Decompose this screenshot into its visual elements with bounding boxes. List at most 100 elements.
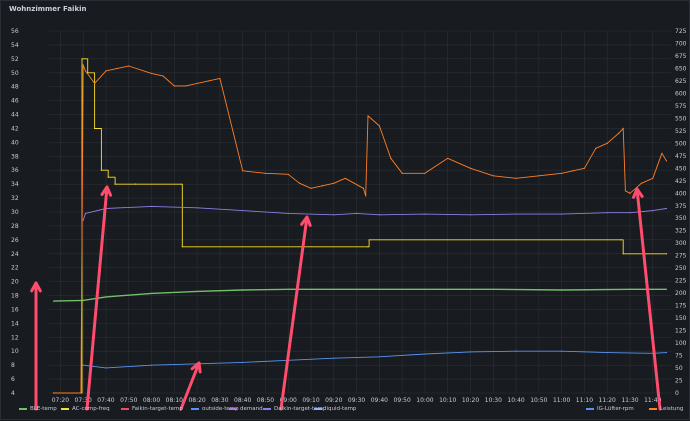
x-tick: 09:20 [325,397,342,404]
legend-item[interactable]: IG-Lüfter-rpm [586,406,634,412]
legend-item[interactable]: demand [229,406,263,412]
data-point [93,82,96,85]
data-point [82,299,84,302]
data-point [128,65,130,67]
data-point [150,205,153,208]
y-tick-right: 575 [675,103,687,110]
y-tick-left: 10 [11,348,19,355]
y-tick-left: 54 [11,42,19,49]
y-tick-right: 475 [675,153,687,160]
data-point [367,115,369,117]
data-point [424,288,426,290]
y-tick-left: 16 [11,306,19,313]
annotation-arrow-daikin-target-temp [279,215,309,411]
data-point [287,288,289,290]
y-tick-left: 42 [11,125,19,132]
legend-swatch [229,408,237,410]
legend-item[interactable]: BLE-temp [19,406,57,412]
y-tick-left: 46 [11,98,19,105]
data-point [378,125,380,127]
y-tick-right: 550 [675,115,687,122]
data-point [447,157,449,159]
data-point [665,352,668,354]
y-tick-left: 8 [11,362,15,369]
y-tick-left: 22 [11,265,19,272]
x-tick: 08:40 [234,397,251,404]
y-tick-right: 600 [675,90,687,97]
data-point [287,173,289,175]
data-point [116,67,118,70]
data-point [196,82,198,85]
data-point [333,214,335,216]
y-tick-left: 38 [11,153,19,160]
data-point [606,142,608,144]
data-point [93,127,96,130]
data-point [665,253,668,255]
data-point [561,172,563,174]
y-tick-right: 250 [675,265,687,272]
data-point [80,392,82,394]
y-tick-left: 24 [11,251,19,258]
data-point [310,187,312,189]
data-point [492,175,494,177]
legend-swatch [586,408,594,410]
data-point [185,85,187,87]
data-point [629,288,631,290]
x-tick: 10:10 [439,397,456,404]
data-point [661,152,663,154]
x-tick: 08:10 [166,397,183,404]
data-point [355,212,358,214]
data-point [652,210,654,212]
data-point [82,219,84,221]
time-series-chart[interactable]: 4681012141618202224262830323436384042444… [1,1,690,421]
x-tick: 08:00 [143,397,160,404]
data-point [105,296,107,298]
x-tick: 07:40 [97,397,114,404]
data-point [333,182,335,184]
data-point [362,187,365,189]
data-point [515,177,517,179]
data-point [365,195,367,197]
legend-item[interactable]: AC-comp-freq [61,406,110,412]
data-point [150,292,153,295]
legend-item[interactable]: Faikin-target-temp [121,406,183,412]
y-tick-right: 175 [675,303,687,310]
data-point [82,364,84,366]
x-tick: 10:30 [485,397,502,404]
y-tick-right: 125 [675,328,687,335]
data-point [424,172,426,174]
y-tick-left: 6 [11,376,15,383]
y-tick-left: 36 [11,167,19,174]
data-point [515,350,517,352]
data-point [180,183,182,185]
data-point [242,289,244,291]
data-point [606,212,608,214]
legend-label: demand [240,406,263,412]
legend-item[interactable]: Leistung [649,406,683,412]
annotation-arrow-leistung [635,187,662,411]
data-point [242,210,244,212]
data-point [469,351,472,353]
y-tick-right: 725 [675,28,687,35]
data-point [620,239,622,241]
legend-item[interactable]: liquid-temp [314,406,356,412]
legend-swatch [191,408,199,410]
y-tick-right: 625 [675,78,687,85]
y-tick-right: 300 [675,240,687,247]
data-point [207,80,210,82]
legend-swatch [649,408,657,410]
y-tick-right: 0 [675,390,679,397]
data-point [107,176,109,178]
data-point [114,183,116,185]
series-line-leistung [53,64,667,394]
y-tick-right: 325 [675,228,687,235]
data-point [81,58,83,60]
data-point [150,72,153,75]
legend-swatch [121,408,129,410]
data-point [196,290,198,292]
x-tick: 09:50 [394,397,411,404]
x-tick: 08:30 [211,397,228,404]
data-point [629,192,631,194]
data-point [162,75,164,77]
x-tick: 11:20 [599,397,616,404]
